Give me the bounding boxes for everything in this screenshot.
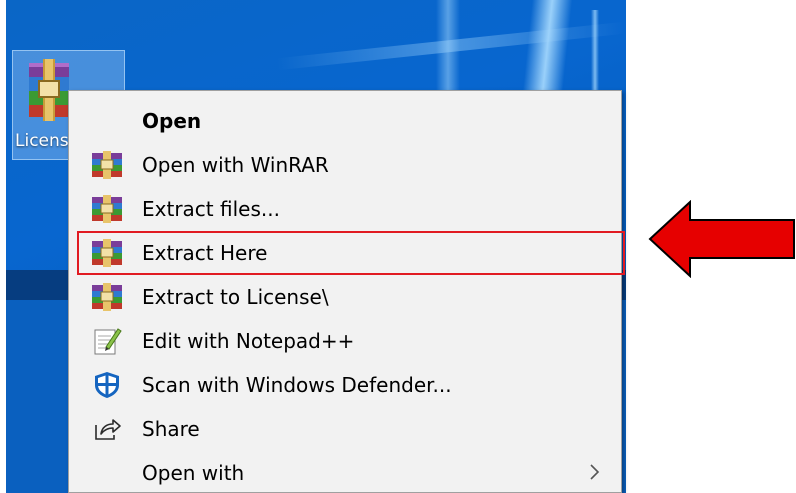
menu-item-label: Open with WinRAR bbox=[142, 153, 329, 177]
notepad-plus-plus-icon bbox=[92, 327, 122, 355]
context-menu: Open Open with WinRAR Extract files... E… bbox=[68, 90, 625, 493]
menu-item-label: Share bbox=[142, 417, 200, 441]
menu-item-label: Extract Here bbox=[142, 241, 268, 265]
screenshot-stage: Licens Open Open with WinRAR Extract fil… bbox=[0, 0, 796, 493]
winrar-icon bbox=[92, 239, 122, 267]
menu-item-label: Extract files... bbox=[142, 197, 280, 221]
red-pointer-arrow-icon bbox=[648, 199, 796, 279]
winrar-archive-icon bbox=[25, 59, 73, 125]
menu-item-open-with[interactable]: Open with bbox=[69, 451, 621, 493]
menu-item-label: Open with bbox=[142, 461, 245, 485]
desktop-icon-label: Licens bbox=[15, 131, 69, 151]
menu-item-open-with-winrar[interactable]: Open with WinRAR bbox=[69, 143, 621, 187]
winrar-icon bbox=[92, 151, 122, 179]
windows-defender-shield-icon bbox=[92, 371, 122, 399]
menu-item-label: Edit with Notepad++ bbox=[142, 329, 355, 353]
winrar-icon bbox=[92, 195, 122, 223]
chevron-right-icon bbox=[585, 463, 603, 481]
menu-item-extract-here[interactable]: Extract Here bbox=[77, 231, 625, 275]
menu-item-scan-with-windows-defender[interactable]: Scan with Windows Defender... bbox=[69, 363, 621, 407]
menu-item-label: Extract to License\ bbox=[142, 285, 329, 309]
menu-item-extract-to-folder[interactable]: Extract to License\ bbox=[69, 275, 621, 319]
menu-item-edit-with-notepad-plus-plus[interactable]: Edit with Notepad++ bbox=[69, 319, 621, 363]
menu-item-extract-files[interactable]: Extract files... bbox=[69, 187, 621, 231]
share-icon bbox=[92, 415, 122, 443]
menu-item-share[interactable]: Share bbox=[69, 407, 621, 451]
menu-item-label: Open bbox=[142, 109, 202, 133]
menu-item-open[interactable]: Open bbox=[69, 99, 621, 143]
menu-item-label: Scan with Windows Defender... bbox=[142, 373, 452, 397]
winrar-icon bbox=[92, 283, 122, 311]
